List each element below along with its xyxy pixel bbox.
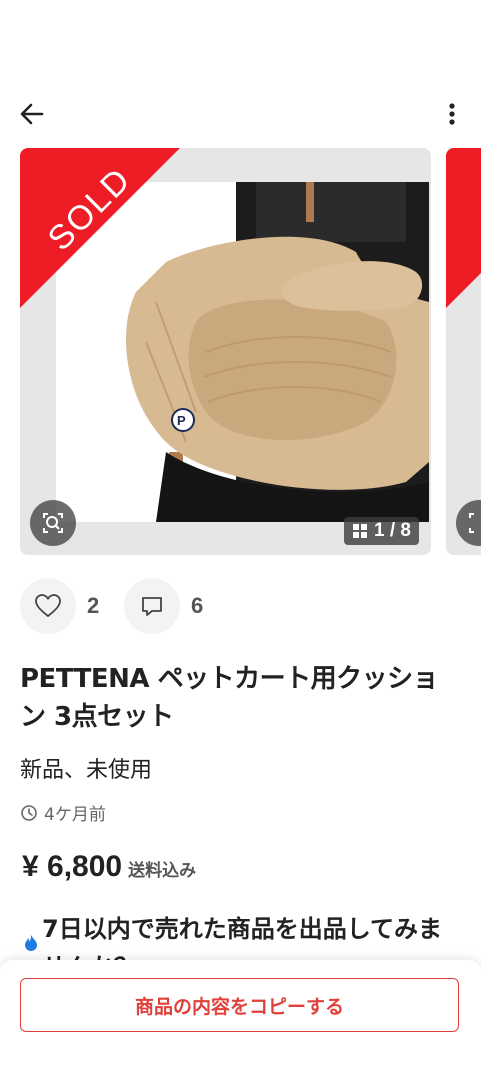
comment-button[interactable] — [124, 578, 180, 634]
back-button[interactable] — [16, 98, 48, 130]
heart-icon — [35, 594, 61, 618]
more-vertical-icon — [449, 103, 455, 125]
product-image-slide[interactable]: P SOLD 1 / 8 — [20, 148, 431, 555]
copy-listing-button[interactable]: 商品の内容をコピーする — [20, 978, 459, 1032]
price-row: ¥ 6,800 送料込み — [22, 850, 196, 884]
image-carousel[interactable]: P SOLD 1 / 8 — [0, 148, 481, 558]
promo-text: 7日以内で売れた商品を出品してみませんか？ — [42, 915, 442, 960]
grid-icon — [353, 524, 368, 538]
image-search-icon — [469, 513, 474, 533]
image-search-button[interactable] — [30, 500, 76, 546]
shipping-included: 送料込み — [128, 861, 197, 881]
image-counter: 1 / 8 — [344, 517, 419, 545]
more-options-button[interactable] — [440, 98, 464, 130]
image-search-icon — [43, 513, 63, 533]
posted-time: 4ケ月前 — [20, 800, 106, 825]
product-title: PETTENA ペットカート用クッション 3点セット — [20, 664, 439, 732]
image-counter-text: 1 / 8 — [374, 520, 411, 541]
comment-icon — [142, 597, 162, 616]
posted-time-text: 4ケ月前 — [44, 805, 106, 825]
clock-icon — [21, 804, 37, 821]
price: ¥ 6,800 — [22, 850, 123, 883]
comment-count: 6 — [191, 593, 204, 618]
product-image-slide-next[interactable] — [446, 148, 481, 555]
like-button[interactable] — [20, 578, 76, 634]
product-condition: 新品、未使用 — [20, 758, 153, 783]
like-count: 2 — [87, 593, 100, 618]
image-search-button-next[interactable] — [456, 500, 481, 546]
flame-icon — [25, 935, 37, 951]
arrow-left-icon — [20, 103, 44, 125]
svg-text:P: P — [177, 413, 186, 428]
bottom-action-bar: 商品の内容をコピーする — [0, 960, 481, 1080]
sell-promo[interactable]: 7日以内で売れた商品を出品してみませんか？ — [22, 910, 462, 960]
sold-ribbon-next — [446, 148, 481, 308]
